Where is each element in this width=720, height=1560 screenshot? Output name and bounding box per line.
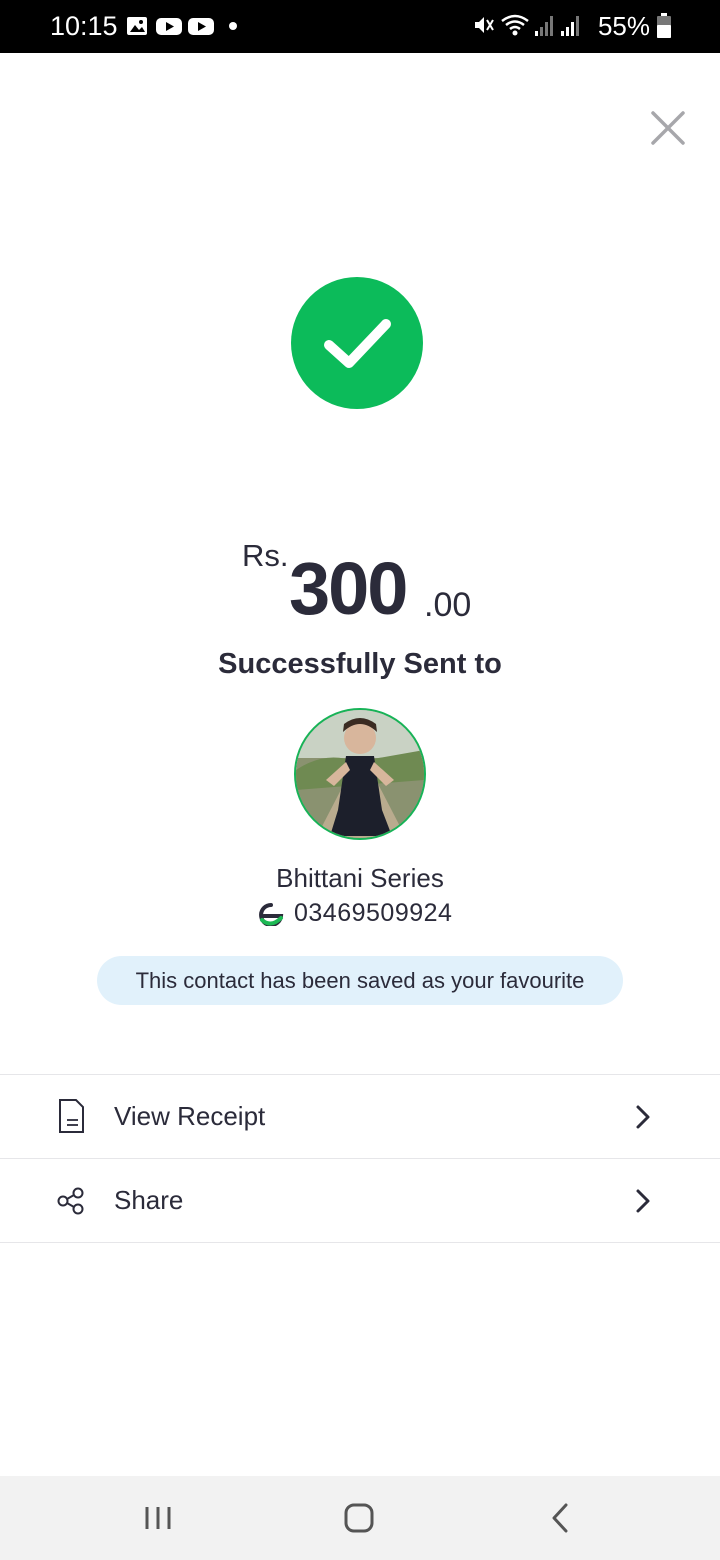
battery-icon <box>657 13 671 38</box>
home-button[interactable] <box>337 1496 381 1540</box>
amount-currency: Rs. <box>242 538 289 573</box>
battery-percentage: 55% <box>597 11 650 41</box>
signal-icon <box>535 16 553 36</box>
success-message: Successfully Sent to <box>218 648 502 680</box>
status-time: 10:15 <box>50 11 118 41</box>
home-icon <box>344 1503 374 1533</box>
youtube-icon <box>156 18 182 35</box>
share-icon <box>57 1187 84 1215</box>
amount: Rs. 300 .00 <box>0 530 720 630</box>
amount-whole: 300 <box>289 547 408 630</box>
youtube-icon <box>188 18 214 35</box>
navigation-bar <box>0 1476 720 1560</box>
divider <box>0 1242 720 1243</box>
recents-icon <box>145 1507 171 1529</box>
check-icon <box>324 319 391 368</box>
receipt-icon <box>59 1099 84 1133</box>
chevron-right-icon <box>636 1105 650 1129</box>
amount-decimal: .00 <box>424 586 472 624</box>
gallery-icon <box>127 17 147 35</box>
share-row[interactable]: Share <box>0 1159 720 1242</box>
share-label: Share <box>114 1185 184 1215</box>
back-button[interactable] <box>538 1496 582 1540</box>
contact-avatar <box>294 708 426 840</box>
favourite-notice: This contact has been saved as your favo… <box>97 956 623 1005</box>
system-status: 55% <box>472 10 672 42</box>
success-indicator <box>291 277 423 409</box>
signal-icon <box>561 16 579 36</box>
view-receipt-label: View Receipt <box>114 1101 266 1131</box>
status-bar: 10:15 55% <box>0 0 720 53</box>
easypaisa-icon <box>259 903 284 926</box>
recents-button[interactable] <box>136 1496 180 1540</box>
chevron-right-icon <box>636 1189 650 1213</box>
contact-number: 03469509924 <box>294 899 453 927</box>
back-icon <box>552 1503 568 1533</box>
mute-icon <box>475 17 494 33</box>
wifi-icon <box>501 14 529 36</box>
view-receipt-row[interactable]: View Receipt <box>0 1075 720 1158</box>
notification-icons <box>126 15 246 37</box>
contact-name: Bhittani Series <box>276 863 444 893</box>
notification-dot <box>229 22 237 30</box>
close-icon <box>651 111 685 145</box>
contact-number-row: 03469509924 <box>258 898 518 930</box>
close-button[interactable] <box>646 106 690 150</box>
